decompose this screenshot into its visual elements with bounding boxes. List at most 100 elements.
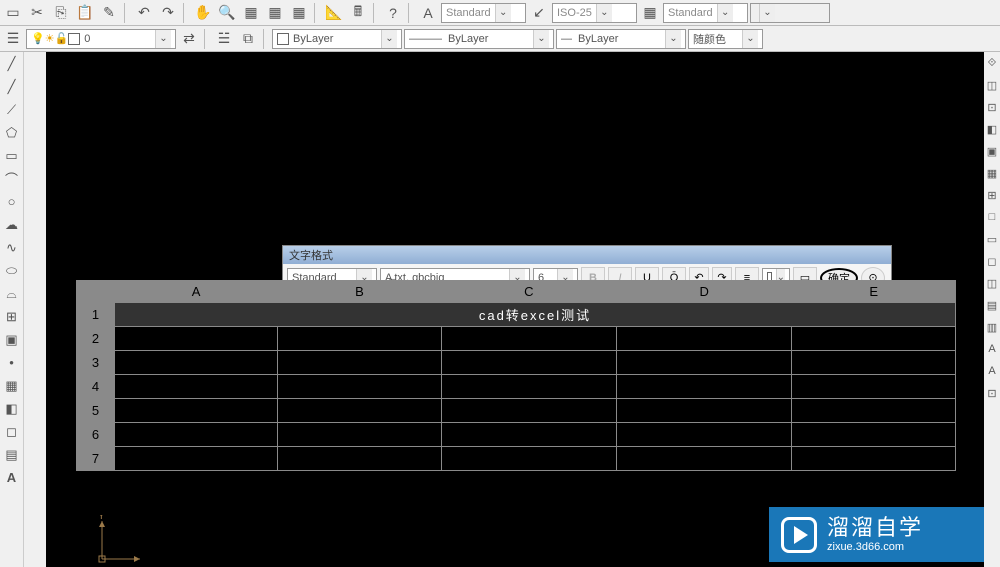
undo-icon[interactable]: ↶ bbox=[133, 2, 155, 24]
drawing-canvas[interactable]: 文字格式 Standard ⌄ A̶ txt, gbcbig ⌄ 6 ⌄ B I… bbox=[46, 52, 984, 567]
modify-icon-9[interactable]: ▭ bbox=[985, 229, 999, 249]
revcloud-icon[interactable]: ☁ bbox=[1, 214, 22, 235]
chevron-down-icon[interactable]: ⌄ bbox=[381, 30, 397, 48]
new-icon[interactable]: ▭ bbox=[2, 2, 24, 24]
layerstate-icon[interactable]: ☱ bbox=[213, 28, 235, 50]
row-num[interactable]: 2 bbox=[77, 327, 115, 351]
table-header-row: A B C D E bbox=[77, 281, 956, 303]
sun-icon: ☀ bbox=[45, 32, 55, 45]
table-row-1-num[interactable]: 1 bbox=[77, 303, 115, 327]
cad-table[interactable]: A B C D E 1 cad转excel测试 2 3 4 5 6 7 bbox=[76, 280, 956, 471]
rectangle-icon[interactable]: ▭ bbox=[1, 145, 22, 166]
cut-icon[interactable]: ✂ bbox=[26, 2, 48, 24]
xref-icon[interactable]: ▦ bbox=[264, 2, 286, 24]
line-icon[interactable]: ╱ bbox=[1, 53, 22, 74]
chevron-down-icon[interactable]: ⌄ bbox=[596, 4, 612, 22]
ellipse-arc-icon[interactable]: ⌓ bbox=[1, 283, 22, 304]
table-col-B[interactable]: B bbox=[278, 281, 441, 303]
insert-icon[interactable]: ⊞ bbox=[1, 306, 22, 327]
modify-icon-2[interactable]: ◫ bbox=[985, 75, 999, 95]
table-col-D[interactable]: D bbox=[617, 281, 792, 303]
chevron-down-icon[interactable]: ⌄ bbox=[665, 30, 681, 48]
measure-icon[interactable]: 📐 bbox=[323, 2, 345, 24]
row-num[interactable]: 5 bbox=[77, 399, 115, 423]
table-icon[interactable]: ▦ bbox=[288, 2, 310, 24]
region-icon[interactable]: ◻ bbox=[1, 421, 22, 442]
layer-prev-icon[interactable]: ⇄ bbox=[178, 28, 200, 50]
modify-icon-5[interactable]: ▣ bbox=[985, 141, 999, 161]
chevron-down-icon[interactable]: ⌄ bbox=[717, 4, 733, 22]
table-style-dropdown[interactable]: Standard ⌄ bbox=[663, 3, 748, 23]
plotstyle-dropdown[interactable]: 随颜色 ⌄ bbox=[688, 29, 763, 49]
row-num[interactable]: 3 bbox=[77, 351, 115, 375]
modify-icon-1[interactable]: ⟐ bbox=[985, 53, 999, 73]
modify-icon-15[interactable]: A bbox=[985, 361, 999, 381]
table-style-value: Standard bbox=[668, 7, 713, 19]
pan-icon[interactable]: ✋ bbox=[192, 2, 214, 24]
table-tool-icon[interactable]: ▤ bbox=[1, 444, 22, 465]
chevron-down-icon[interactable]: ⌄ bbox=[533, 30, 549, 48]
modify-icon-16[interactable]: ⊡ bbox=[985, 383, 999, 403]
row-num[interactable]: 6 bbox=[77, 423, 115, 447]
modify-icon-10[interactable]: ◻ bbox=[985, 251, 999, 271]
watermark-logo: 溜溜自学 zixue.3d66.com bbox=[769, 507, 984, 562]
row-num[interactable]: 4 bbox=[77, 375, 115, 399]
copy-icon[interactable]: ⎘ bbox=[50, 2, 72, 24]
gradient-icon[interactable]: ◧ bbox=[1, 398, 22, 419]
block-icon[interactable]: ▣ bbox=[1, 329, 22, 350]
mtext-icon[interactable]: A bbox=[1, 467, 22, 488]
dialog-title: 文字格式 bbox=[283, 246, 891, 264]
lineweight-dropdown[interactable]: — ByLayer ⌄ bbox=[556, 29, 686, 49]
hatch-icon[interactable]: ▦ bbox=[1, 375, 22, 396]
chevron-down-icon[interactable]: ⌄ bbox=[155, 30, 171, 48]
draw-tool-column: ╱ ╱ ⟋ ⬠ ▭ ⌒ ○ ☁ ∿ ⬭ ⌓ ⊞ ▣ • ▦ ◧ ◻ ▤ A bbox=[0, 52, 23, 567]
modify-icon-3[interactable]: ⊡ bbox=[985, 97, 999, 117]
layer-color-swatch bbox=[68, 33, 80, 45]
help-icon[interactable]: ? bbox=[382, 2, 404, 24]
text-style-dropdown[interactable]: Standard ⌄ bbox=[441, 3, 526, 23]
layer-dropdown[interactable]: 💡 ☀ 🔓 0 ⌄ bbox=[26, 29, 176, 49]
chevron-down-icon[interactable]: ⌄ bbox=[742, 30, 758, 48]
color-dropdown[interactable]: ByLayer ⌄ bbox=[272, 29, 402, 49]
main-toolbar-2: ☰ 💡 ☀ 🔓 0 ⌄ ⇄ ☱ ⧉ ByLayer ⌄ ——— ByLayer … bbox=[0, 26, 1000, 52]
table-col-A[interactable]: A bbox=[115, 281, 278, 303]
table-title-cell[interactable]: cad转excel测试 bbox=[115, 303, 956, 327]
modify-icon-4[interactable]: ◧ bbox=[985, 119, 999, 139]
chevron-down-icon[interactable]: ⌄ bbox=[495, 4, 511, 22]
row-num[interactable]: 7 bbox=[77, 447, 115, 471]
dim-style-dropdown[interactable]: ISO-25 ⌄ bbox=[552, 3, 637, 23]
polygon-icon[interactable]: ⬠ bbox=[1, 122, 22, 143]
text-style-icon[interactable]: A bbox=[417, 2, 439, 24]
paste-icon[interactable]: 📋 bbox=[74, 2, 96, 24]
modify-icon-13[interactable]: ▥ bbox=[985, 317, 999, 337]
xline-icon[interactable]: ╱ bbox=[1, 76, 22, 97]
empty-dropdown[interactable]: ⌄ bbox=[750, 3, 830, 23]
modify-icon-14[interactable]: A bbox=[985, 339, 999, 359]
circle-icon[interactable]: ○ bbox=[1, 191, 22, 212]
calc-icon[interactable]: 🖩 bbox=[347, 2, 369, 24]
dim-style-icon[interactable]: ↙ bbox=[528, 2, 550, 24]
modify-icon-6[interactable]: ▦ bbox=[985, 163, 999, 183]
arc-icon[interactable]: ⌒ bbox=[1, 168, 22, 189]
modify-icon-11[interactable]: ◫ bbox=[985, 273, 999, 293]
modify-icon-7[interactable]: ⊞ bbox=[985, 185, 999, 205]
layer-tool-icon[interactable]: ⧉ bbox=[237, 28, 259, 50]
bulb-icon: 💡 bbox=[31, 32, 45, 45]
table-col-E[interactable]: E bbox=[792, 281, 956, 303]
block-icon[interactable]: ▦ bbox=[240, 2, 262, 24]
spline-icon[interactable]: ∿ bbox=[1, 237, 22, 258]
linetype-dropdown[interactable]: ——— ByLayer ⌄ bbox=[404, 29, 554, 49]
modify-icon-12[interactable]: ▤ bbox=[985, 295, 999, 315]
zoom-icon[interactable]: 🔍 bbox=[216, 2, 238, 24]
ellipse-icon[interactable]: ⬭ bbox=[1, 260, 22, 281]
modify-icon-8[interactable]: □ bbox=[985, 207, 999, 227]
table-style-icon[interactable]: ▦ bbox=[639, 2, 661, 24]
ucs-icon: Y bbox=[96, 515, 146, 565]
match-icon[interactable]: ✎ bbox=[98, 2, 120, 24]
table-col-C[interactable]: C bbox=[441, 281, 616, 303]
chevron-down-icon[interactable]: ⌄ bbox=[759, 4, 775, 22]
layers-icon[interactable]: ☰ bbox=[2, 28, 24, 50]
point-icon[interactable]: • bbox=[1, 352, 22, 373]
redo-icon[interactable]: ↷ bbox=[157, 2, 179, 24]
polyline-icon[interactable]: ⟋ bbox=[1, 99, 22, 120]
